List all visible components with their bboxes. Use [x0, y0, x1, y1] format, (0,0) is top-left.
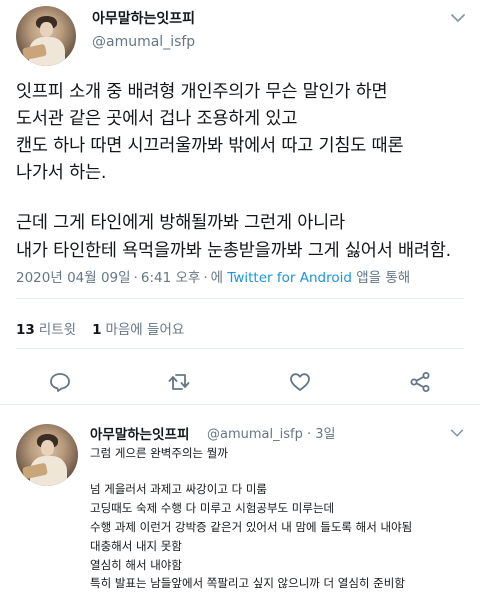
tweet-meta: 2020년 04월 09일 · 6:41 오후 · 에 Twitter for Andr…	[16, 270, 411, 286]
user-handle[interactable]: @amumal_isfp	[92, 34, 195, 50]
retweets-count: 13	[16, 322, 35, 338]
reply-text-line: 넘 게을러서 과제고 싸강이고 다 미룸	[90, 482, 267, 496]
reply-text-line: 그럼 게으른 완벽주의는 뭘까	[90, 446, 228, 460]
reply-icon[interactable]	[48, 370, 72, 394]
tweet-text-line: 근데 그게 타인에게 방해될까봐 그런게 아니라	[16, 213, 345, 233]
reply-text-line: 고딩때도 숙제 수행 다 미루고 시험공부도 미루는데	[90, 501, 335, 515]
likes-label: 마음에 들어요	[105, 322, 185, 338]
divider	[16, 298, 464, 299]
reply-text-line: 수행 과제 이런거 강박증 같은거 있어서 내 맘에 들도록 해서 내야됨	[90, 520, 413, 534]
tweet-text-line: 도서관 같은 곳에서 겁나 조용하게 있고	[16, 109, 298, 129]
tweet-text-line: 내가 타인한테 욕먹을까봐 눈총받을까봐 그게 싫어서 배려함.	[16, 241, 452, 261]
heart-icon[interactable]	[288, 370, 312, 394]
reply-text-line: 대충해서 내지 못함	[90, 539, 182, 553]
tweet-text-line: 캔도 하나 따면 시끄러울까봐 밖에서 따고 기침도 때론	[16, 136, 404, 156]
main-tweet: 아무말하는잇프피 @amumal_isfp 잇프피 소개 중 배려형 개인주의가…	[0, 0, 480, 405]
avatar[interactable]	[16, 424, 78, 486]
display-name[interactable]: 아무말하는잇프피	[92, 8, 195, 28]
likes-count: 1	[92, 322, 102, 338]
reply-text-line: 열심히 해서 내야함	[90, 558, 182, 572]
chevron-down-icon[interactable]	[448, 424, 466, 442]
reply-handle[interactable]: @amumal_isfp · 3일	[207, 423, 335, 442]
tweet-stats: 13 리트윗 1 마음에 들어요	[16, 318, 184, 338]
share-icon[interactable]	[408, 370, 432, 394]
reply-text-line: 특히 발표는 남들앞에서 쪽팔리고 싶지 않으니까 더 열심히 준비함	[90, 576, 405, 590]
likes-stat[interactable]: 1 마음에 들어요	[92, 322, 184, 338]
retweets-stat[interactable]: 13 리트윗	[16, 322, 76, 338]
reply-display-name[interactable]: 아무말하는잇프피	[90, 423, 189, 443]
via-prefix: 에	[210, 270, 224, 286]
tweet-text-line: 나가서 하는.	[16, 163, 107, 183]
divider	[16, 348, 464, 349]
tweet-date[interactable]: 2020년 04월 09일	[16, 270, 131, 286]
tweet-time[interactable]: 6:41 오후	[141, 270, 200, 286]
source-app-link[interactable]: Twitter for Android	[227, 270, 352, 286]
retweets-label: 리트윗	[38, 322, 77, 338]
retweet-icon[interactable]	[167, 370, 191, 394]
tweet-text-line: 잇프피 소개 중 배려형 개인주의가 무슨 말인가 하면	[16, 82, 388, 102]
via-suffix: 앱을 통해	[356, 270, 411, 286]
chevron-down-icon[interactable]	[448, 8, 468, 28]
divider	[0, 404, 480, 405]
avatar[interactable]	[16, 6, 76, 66]
